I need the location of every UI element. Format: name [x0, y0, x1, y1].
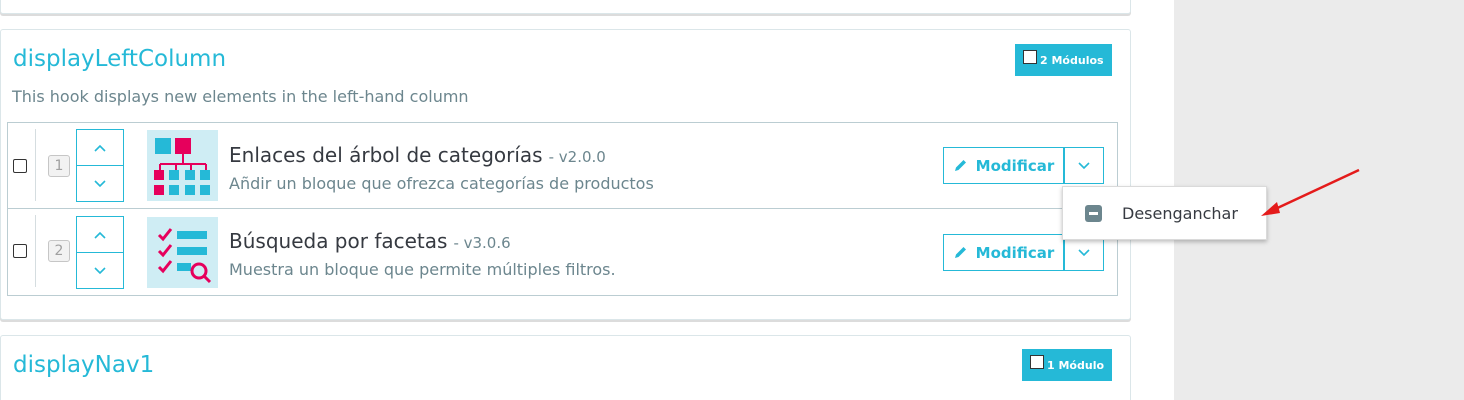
module-row: 1 Enlaces del árbol de categorías - v2.0… — [8, 123, 1117, 209]
move-down-button[interactable] — [76, 165, 124, 202]
row-divider — [35, 215, 36, 287]
chevron-up-icon — [94, 231, 106, 239]
chevron-down-icon — [94, 179, 106, 187]
module-name: Enlaces del árbol de categorías - v2.0.0 — [229, 143, 606, 167]
chevron-down-icon — [1078, 248, 1090, 256]
move-up-button[interactable] — [76, 129, 124, 166]
minus-square-icon — [1085, 204, 1102, 222]
module-name-text: Enlaces del árbol de categorías — [229, 143, 543, 167]
actions-dropdown-toggle[interactable] — [1064, 147, 1104, 184]
position-badge: 2 — [48, 240, 70, 262]
hook-panel-displaynav1: displayNav1 1 Módulo — [0, 335, 1131, 400]
position-badge: 1 — [48, 155, 70, 177]
actions-dropdown-menu: Desenganchar — [1062, 186, 1267, 240]
faceted-search-icon — [147, 217, 218, 288]
move-down-button[interactable] — [76, 252, 124, 289]
module-name-text: Búsqueda por facetas — [229, 229, 448, 253]
modify-button-label: Modificar — [975, 243, 1055, 262]
unhook-menu-item[interactable]: Desenganchar — [1122, 204, 1238, 223]
chevron-down-icon — [1078, 161, 1090, 169]
modules-count-badge[interactable]: 1 Módulo — [1022, 349, 1113, 381]
module-description: Añdir un bloque que ofrezca categorías d… — [229, 174, 654, 193]
module-name: Búsqueda por facetas - v3.0.6 — [229, 229, 511, 253]
module-row: 2 Búsqueda por facetas - v3.0.6 Muestra u… — [8, 209, 1117, 295]
move-up-button[interactable] — [76, 216, 124, 253]
hook-description: This hook displays new elements in the l… — [12, 87, 469, 106]
module-select-checkbox[interactable] — [13, 244, 27, 258]
hook-title: displayLeftColumn — [13, 46, 227, 72]
module-list: 1 Enlaces del árbol de categorías - v2.0… — [7, 122, 1118, 296]
previous-hook-panel — [0, 0, 1131, 14]
pencil-icon — [954, 247, 966, 258]
badge-label: 2 Módulos — [1040, 53, 1104, 67]
row-divider — [35, 129, 36, 201]
chevron-down-icon — [94, 266, 106, 274]
category-tree-icon — [147, 130, 218, 201]
annotation-arrow-icon — [1261, 168, 1360, 216]
hook-title: displayNav1 — [13, 352, 155, 378]
modules-count-badge[interactable]: 2 Módulos — [1015, 44, 1112, 76]
module-select-checkbox[interactable] — [13, 159, 27, 173]
select-all-checkbox[interactable] — [1030, 355, 1044, 369]
badge-label: 1 Módulo — [1047, 358, 1105, 372]
select-all-checkbox[interactable] — [1023, 50, 1037, 64]
module-version: - v2.0.0 — [548, 148, 606, 166]
modify-button-label: Modificar — [975, 156, 1055, 175]
module-version: - v3.0.6 — [453, 234, 511, 252]
pencil-icon — [954, 160, 966, 171]
module-description: Muestra un bloque que permite múltiples … — [229, 260, 616, 279]
modify-button[interactable]: Modificar — [943, 234, 1064, 271]
modify-button[interactable]: Modificar — [943, 147, 1064, 184]
chevron-up-icon — [94, 144, 106, 152]
